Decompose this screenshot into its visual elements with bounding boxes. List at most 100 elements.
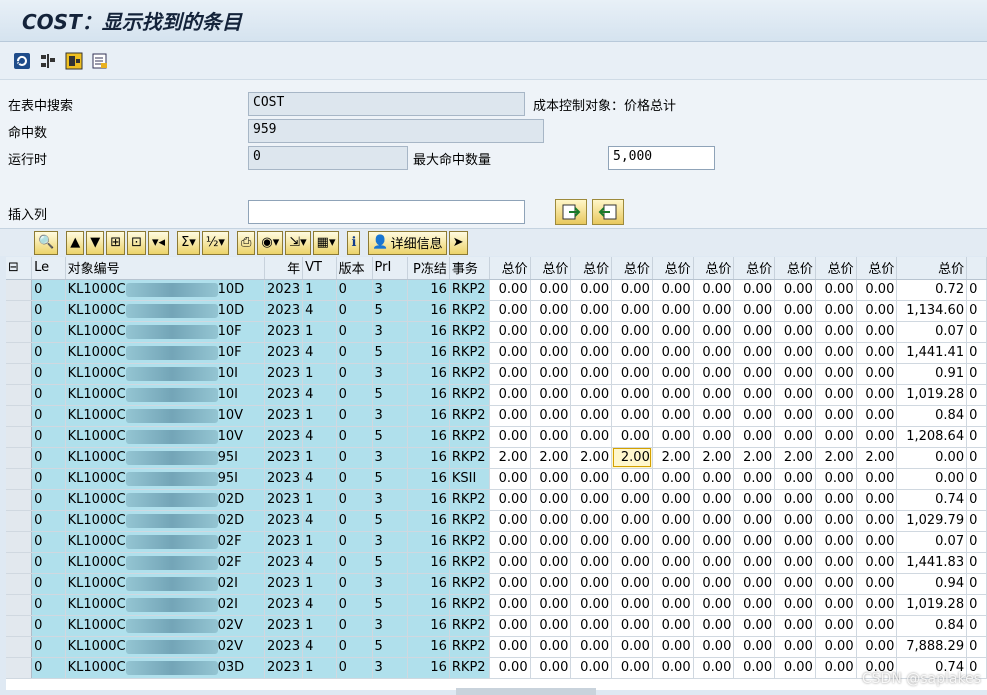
row-select-header-icon[interactable]: ⊟ [6,257,33,280]
cell-object-number[interactable]: KL1000C 10V [65,405,266,427]
cell-total-price[interactable]: 0.00 [815,363,857,385]
cell-total-price[interactable]: 2.00 [856,447,898,469]
cell-total-price[interactable]: 0.00 [570,321,613,343]
cell-total-price[interactable]: 0.00 [530,405,572,427]
cell-total-price[interactable]: 2.00 [693,447,735,469]
column-header[interactable]: 总价 [815,257,857,280]
cell-total-price[interactable]: 0.00 [489,615,531,637]
refresh-icon[interactable] [12,51,32,71]
cell-object-number[interactable]: KL1000C 10F [65,321,266,343]
cell-freeze[interactable]: 16 [407,573,450,595]
cell-total-price[interactable]: 0.00 [652,594,694,616]
cell-object-number[interactable]: KL1000C 02I [65,573,266,595]
column-header[interactable]: 总价 [896,257,968,280]
cell-pri[interactable]: 5 [372,342,408,364]
cell-total-price[interactable]: 0.72 [896,279,968,301]
cell-total-price[interactable]: 0.00 [489,384,531,406]
cell-total-price[interactable]: 0.00 [693,657,735,679]
cell-vt[interactable]: 1 [302,573,337,595]
cell-overflow[interactable]: 0 [966,300,987,322]
cell-freeze[interactable]: 16 [407,321,450,343]
cell-pri[interactable]: 3 [372,489,408,511]
cell-total-price[interactable]: 0.00 [570,342,613,364]
cell-year[interactable]: 2023 [264,636,304,658]
cell-version[interactable]: 0 [336,405,373,427]
cell-object-number[interactable]: KL1000C 03D [65,657,266,679]
cell-total-price[interactable]: 0.00 [856,615,898,637]
row-selector[interactable] [6,594,33,616]
cell-total-price[interactable]: 0.00 [856,300,898,322]
cell-year[interactable]: 2023 [264,594,304,616]
cell-total-price[interactable]: 0.00 [570,363,613,385]
cell-total-price[interactable]: 0.00 [652,321,694,343]
cell-year[interactable]: 2023 [264,426,304,448]
cell-version[interactable]: 0 [336,321,373,343]
info-button[interactable]: ℹ [347,230,361,255]
cell-total-price[interactable]: 0.00 [652,342,694,364]
cell-version[interactable]: 0 [336,342,373,364]
cell-vt[interactable]: 4 [302,636,337,658]
table-row[interactable]: 0 KL1000C 02D 2023 1 0 3 16 RKP2 0.00 0.00 0.00 0.00… [6,489,987,511]
cell-total-price[interactable]: 0.00 [570,300,613,322]
cell-total-price[interactable]: 1,019.28 [896,384,968,406]
cell-total-price[interactable]: 0.00 [733,342,776,364]
cell-ledger[interactable]: 0 [31,447,66,469]
cell-total-price[interactable]: 0.00 [652,615,694,637]
cell-total-price[interactable]: 0.00 [489,573,531,595]
cell-total-price[interactable]: 0.00 [489,342,531,364]
cell-transaction[interactable]: RKP2 [449,321,490,343]
cell-pri[interactable]: 3 [372,657,408,679]
cell-version[interactable]: 0 [336,615,373,637]
cell-total-price[interactable]: 0.00 [693,468,735,490]
cell-total-price[interactable]: 0.00 [774,510,816,532]
cell-total-price[interactable]: 0.00 [693,279,735,301]
cell-year[interactable]: 2023 [264,342,304,364]
cell-transaction[interactable]: RKP2 [449,300,490,322]
cell-version[interactable]: 0 [336,300,373,322]
cell-version[interactable]: 0 [336,489,373,511]
cell-total-price[interactable]: 0.00 [652,363,694,385]
cell-total-price[interactable]: 0.00 [815,489,857,511]
export-icon[interactable] [64,51,84,71]
cell-pri[interactable]: 3 [372,573,408,595]
cell-total-price[interactable]: 0.00 [733,363,776,385]
cell-year[interactable]: 2023 [264,279,304,301]
table-row[interactable]: 0 KL1000C 02V 2023 1 0 3 16 RKP2 0.00 0.00 0.00 0.00… [6,615,987,637]
column-header[interactable]: PrI [372,257,408,280]
search-field[interactable]: COST [248,92,525,116]
cell-total-price[interactable]: 0.00 [774,468,816,490]
cell-ledger[interactable]: 0 [31,489,66,511]
table-row[interactable]: 0 KL1000C 02F 2023 1 0 3 16 RKP2 0.00 0.00 0.00 0.00… [6,531,987,553]
find-next-button[interactable]: ⊡ [127,230,146,255]
cell-total-price[interactable]: 0.00 [611,657,653,679]
cell-freeze[interactable]: 16 [407,279,450,301]
cell-total-price[interactable]: 0.00 [611,573,653,595]
cell-object-number[interactable]: KL1000C 10D [65,279,266,301]
table-row[interactable]: 0 KL1000C 02V 2023 4 0 5 16 RKP2 0.00 0.00 0.00 0.00… [6,636,987,658]
cell-transaction[interactable]: RKP2 [449,405,490,427]
cell-total-price[interactable]: 2.00 [733,447,776,469]
cell-total-price[interactable]: 0.00 [652,573,694,595]
cell-total-price[interactable]: 0.00 [815,300,857,322]
cell-version[interactable]: 0 [336,363,373,385]
cell-total-price[interactable]: 7,888.29 [896,636,968,658]
insert-column-field[interactable] [248,200,525,224]
table-row[interactable]: 0 KL1000C 95I 2023 1 0 3 16 RKP2 2.00 2.00 2.00 2.00… [6,447,987,469]
cell-vt[interactable]: 4 [302,426,337,448]
cell-version[interactable]: 0 [336,552,373,574]
cell-total-price[interactable]: 0.00 [693,363,735,385]
cell-version[interactable]: 0 [336,468,373,490]
cell-freeze[interactable]: 16 [407,447,450,469]
cell-freeze[interactable]: 16 [407,468,450,490]
cell-transaction[interactable]: RKP2 [449,426,490,448]
column-header[interactable]: 总价 [774,257,816,280]
row-selector[interactable] [6,573,33,595]
cell-total-price[interactable]: 0.00 [652,384,694,406]
cell-total-price[interactable]: 0.00 [733,489,776,511]
cell-total-price[interactable]: 1,441.41 [896,342,968,364]
table-row[interactable]: 0 KL1000C 02I 2023 1 0 3 16 RKP2 0.00 0.00 0.00 0.00… [6,573,987,595]
cell-total-price[interactable]: 0.00 [611,636,653,658]
cell-total-price[interactable]: 0.00 [733,468,776,490]
cell-transaction[interactable]: KSII [449,468,490,490]
cell-total-price[interactable]: 0.07 [896,531,968,553]
